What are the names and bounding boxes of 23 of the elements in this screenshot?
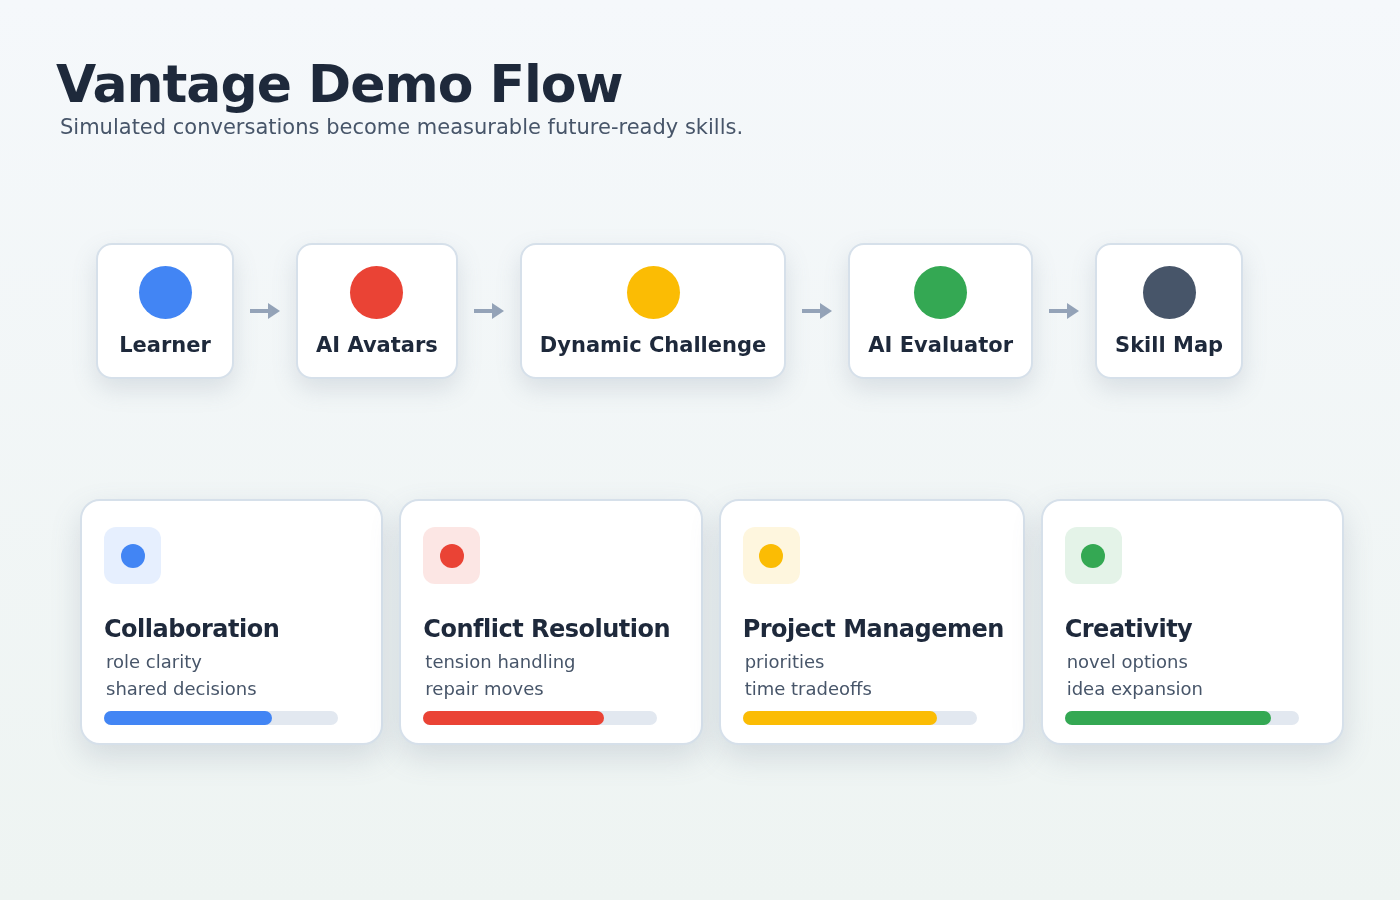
skill-detail: priorities	[743, 651, 826, 673]
skill-detail: novel options	[1065, 651, 1189, 673]
node-label: Learner	[119, 332, 211, 357]
skill-detail: time tradeoffs	[743, 678, 873, 700]
arrow-icon	[802, 301, 833, 322]
arrow-icon	[1049, 301, 1080, 322]
skill-title: Collaboration	[104, 614, 281, 646]
node-label: Skill Map	[1115, 332, 1224, 357]
arrow-icon	[250, 301, 280, 322]
skill-detail: repair moves	[424, 678, 545, 700]
node-label: AI Evaluator	[868, 332, 1014, 357]
skill-detail: tension handling	[424, 651, 577, 673]
skill-title: Creativity	[1064, 614, 1194, 646]
page-subtitle: Simulated conversations become measurable future-ready skills.	[60, 115, 745, 140]
skill-title: Conflict Resolution	[423, 614, 672, 646]
skill-detail: idea expansion	[1065, 678, 1204, 700]
page-title: Vantage Demo Flow	[56, 56, 624, 114]
skill-title: Project Managemen	[742, 614, 1003, 646]
node-label: AI Avatars	[316, 332, 438, 357]
arrow-icon	[473, 301, 504, 322]
node-label: Dynamic Challenge	[539, 332, 767, 357]
skill-detail: shared decisions	[105, 678, 258, 700]
skill-detail: role clarity	[105, 651, 203, 673]
